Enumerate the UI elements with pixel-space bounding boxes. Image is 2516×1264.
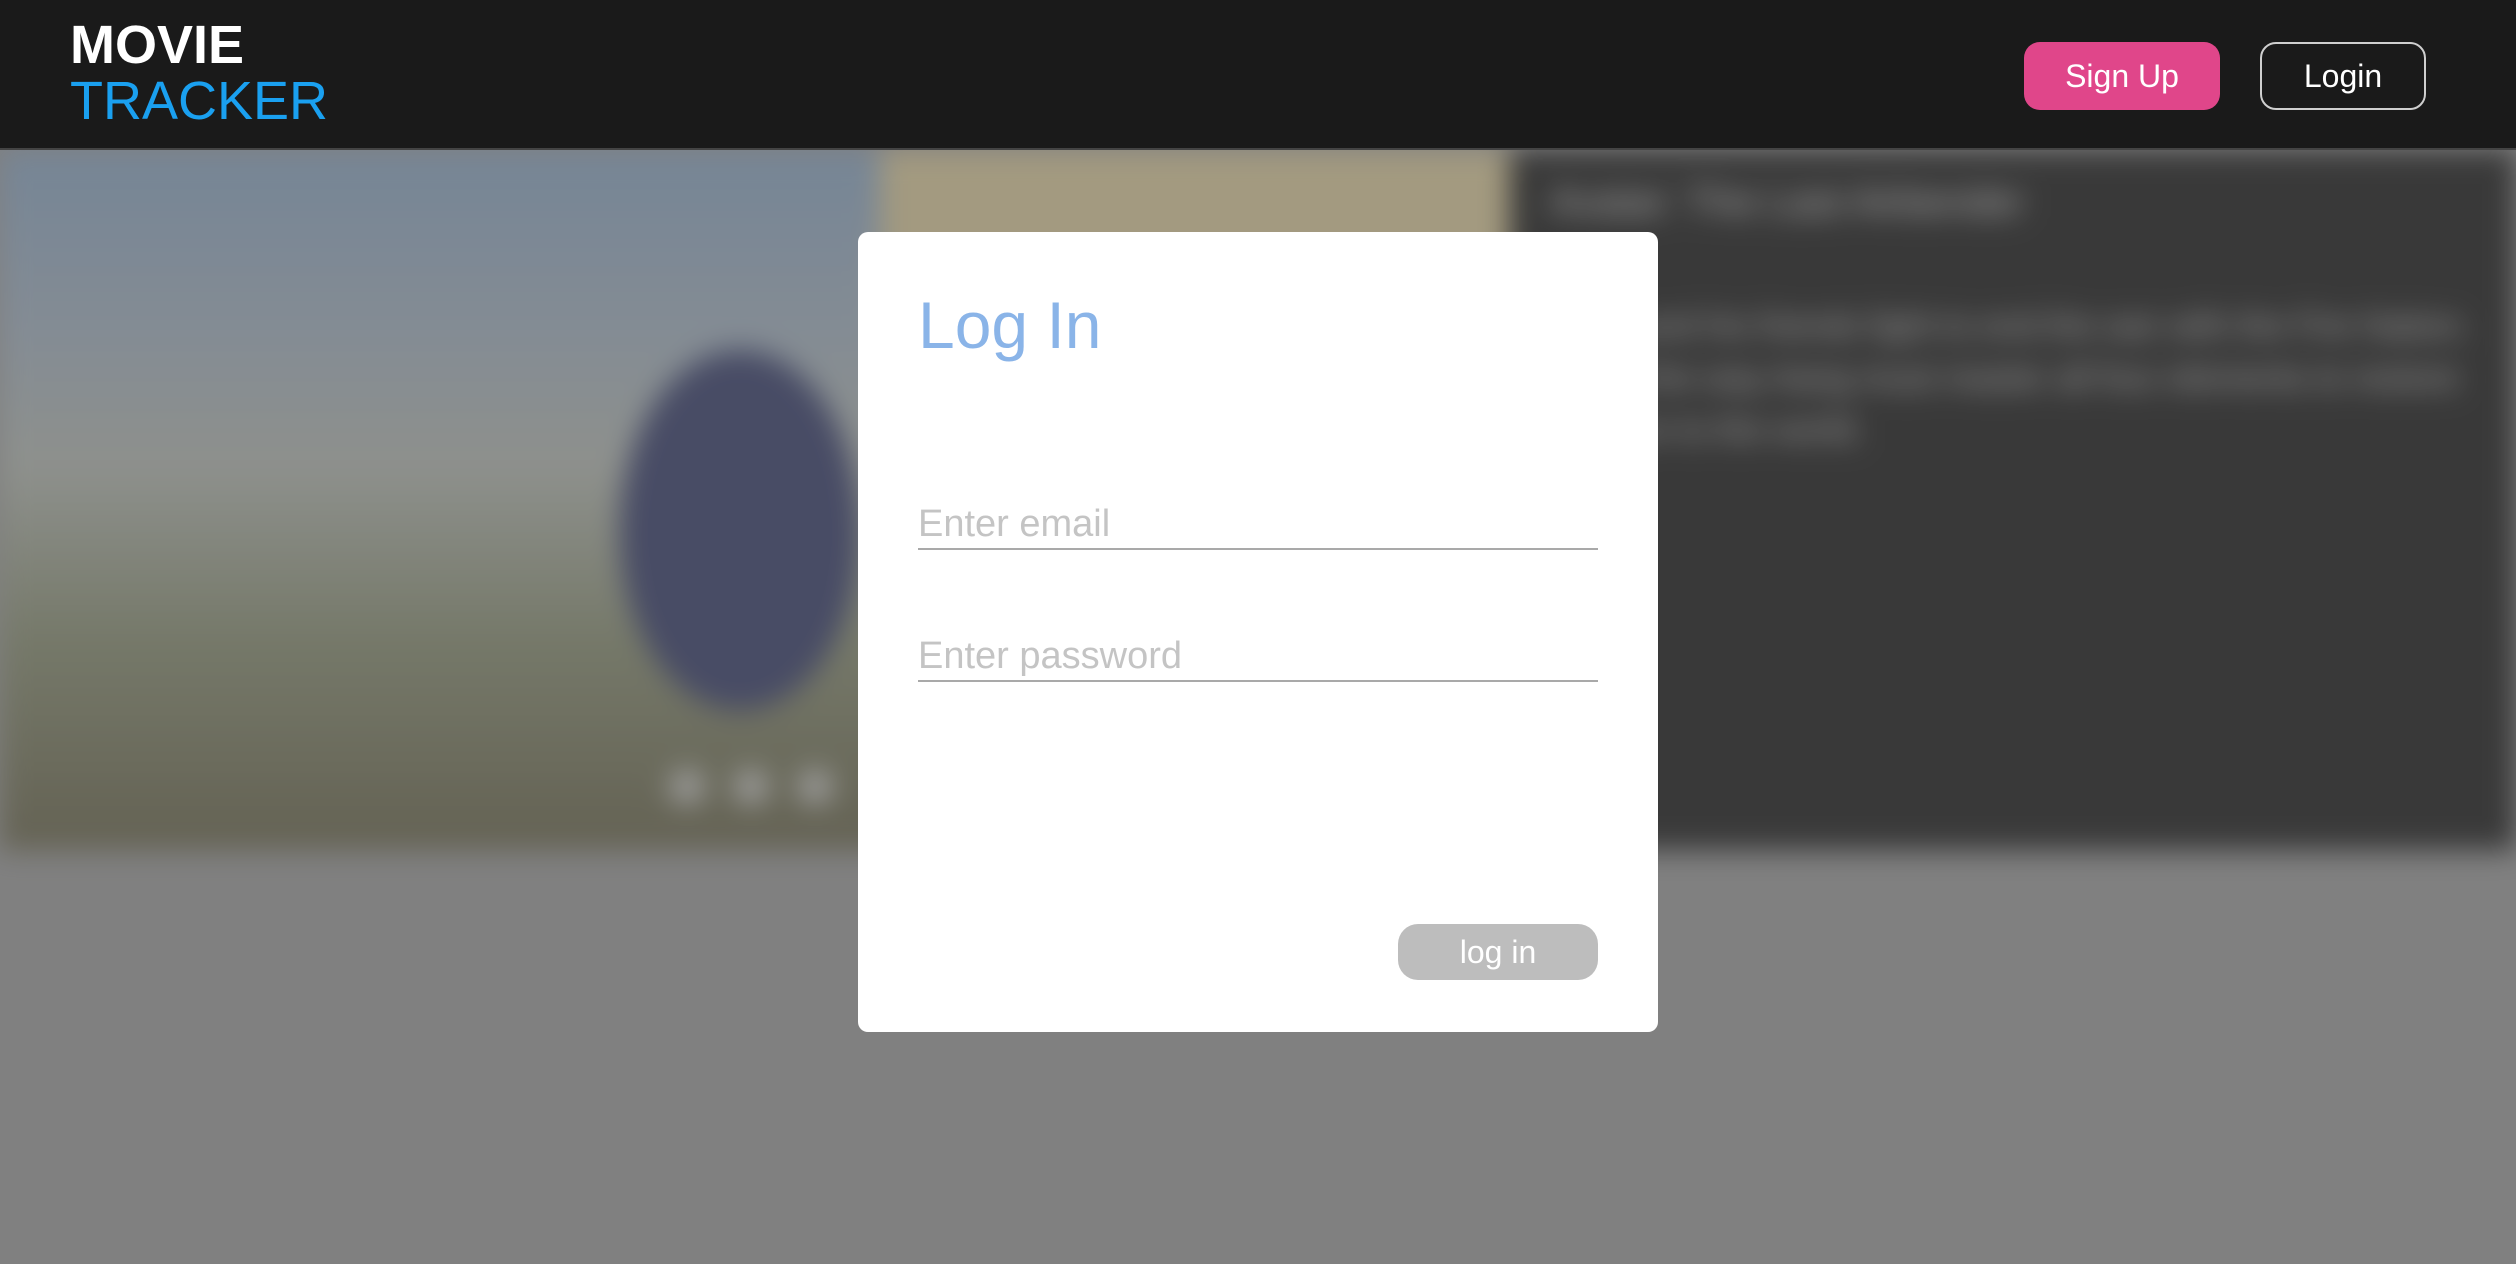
top-navbar: MOVIE TRACKER Sign Up Login (0, 0, 2516, 150)
site-logo[interactable]: MOVIE TRACKER (70, 18, 328, 128)
logo-line-movie: MOVIE (70, 15, 245, 75)
login-button[interactable]: Login (2260, 42, 2426, 110)
login-modal: Log In log in (858, 232, 1658, 1032)
submit-login-button[interactable]: log in (1398, 924, 1598, 980)
signup-button[interactable]: Sign Up (2024, 42, 2220, 110)
logo-line-tracker: TRACKER (70, 71, 329, 131)
modal-title: Log In (918, 288, 1102, 362)
password-input[interactable] (918, 632, 1598, 682)
page: Avatar: The Last Airbender Aang and his … (0, 0, 2516, 1264)
email-input[interactable] (918, 500, 1598, 550)
